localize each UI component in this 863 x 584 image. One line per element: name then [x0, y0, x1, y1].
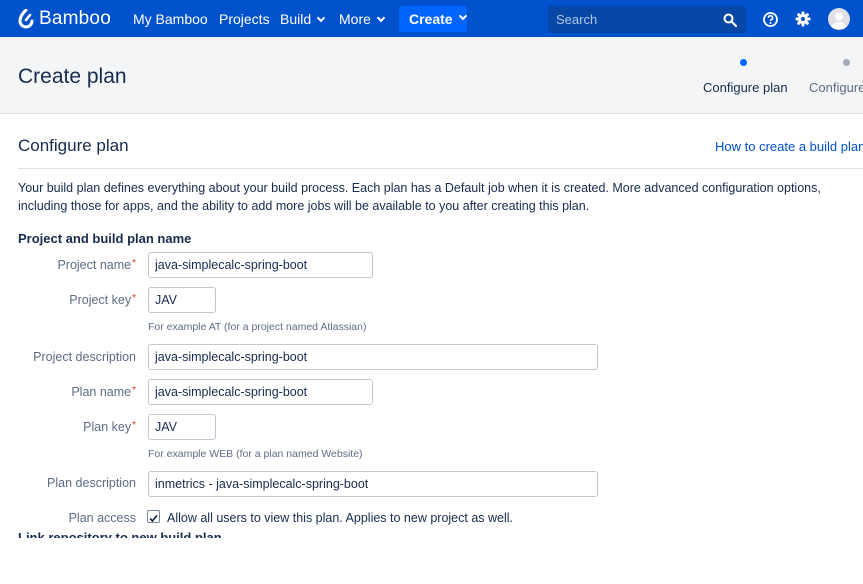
plan-key-label-text: Plan key: [83, 420, 132, 434]
required-marker: *: [132, 293, 136, 304]
help-icon[interactable]: [763, 12, 778, 27]
help-link[interactable]: How to create a build plan: [715, 139, 863, 154]
avatar[interactable]: [828, 8, 850, 30]
plan-description-input[interactable]: [148, 471, 598, 497]
project-name-label: Project name*: [57, 258, 136, 272]
gear-icon[interactable]: [795, 11, 811, 27]
chevron-down-icon: [376, 13, 386, 23]
user-icon: [831, 12, 847, 29]
plan-key-label: Plan key*: [83, 420, 136, 434]
project-key-label-text: Project key: [69, 293, 132, 307]
plan-access-checkbox[interactable]: [147, 510, 160, 523]
required-marker: *: [132, 385, 136, 396]
page-header: Create plan Configure plan Configure: [0, 37, 863, 114]
plan-key-hint: For example WEB (for a plan named Websit…: [148, 448, 363, 460]
project-description-input[interactable]: [148, 344, 598, 370]
chevron-down-icon: [458, 11, 467, 21]
required-marker: *: [132, 258, 136, 269]
project-description-label-text: Project description: [33, 350, 136, 364]
nav-more[interactable]: More: [339, 11, 386, 27]
project-name-label-text: Project name: [57, 258, 132, 272]
required-marker: *: [132, 420, 136, 431]
top-nav-bar: Bamboo My Bamboo Projects Build More Cre…: [0, 0, 863, 37]
nav-build[interactable]: Build: [280, 11, 326, 27]
plan-name-label: Plan name*: [71, 385, 136, 399]
intro-text: Your build plan defines everything about…: [18, 181, 821, 213]
project-key-input[interactable]: [148, 287, 216, 313]
cutoff-section-heading: Link repository to new build plan: [18, 530, 278, 538]
project-name-input[interactable]: [148, 252, 373, 278]
cutoff-heading-text: Link repository to new build plan: [18, 530, 222, 538]
create-button[interactable]: Create: [399, 6, 467, 32]
bamboo-logo-icon: [18, 9, 34, 29]
create-button-label: Create: [409, 11, 453, 27]
project-description-label: Project description: [33, 350, 136, 364]
plan-name-label-text: Plan name: [71, 385, 132, 399]
plan-access-label-text: Plan access: [68, 511, 136, 525]
section-subheading: Project and build plan name: [18, 231, 192, 246]
logo-text: Bamboo: [39, 8, 111, 29]
plan-description-label-text: Plan description: [47, 476, 136, 490]
plan-access-checkbox-label[interactable]: Allow all users to view this plan. Appli…: [167, 511, 513, 525]
project-key-label: Project key*: [69, 293, 136, 307]
chevron-down-icon: [316, 13, 326, 23]
step-indicator-next: [843, 59, 850, 66]
nav-more-label: More: [339, 11, 371, 27]
plan-access-label: Plan access: [69, 511, 136, 525]
nav-my-bamboo[interactable]: My Bamboo: [133, 11, 208, 27]
nav-build-label: Build: [280, 11, 312, 27]
step-label-configure: Configure: [809, 80, 863, 95]
plan-description-label: Plan description: [47, 476, 136, 490]
project-key-hint: For example AT (for a project named Atla…: [148, 321, 367, 333]
search-placeholder: Search: [556, 12, 598, 27]
plan-name-input[interactable]: [148, 379, 373, 405]
divider: [18, 168, 863, 169]
plan-key-input[interactable]: [148, 414, 216, 440]
page-title: Create plan: [18, 65, 127, 88]
search-icon[interactable]: [723, 13, 737, 27]
checkmark-icon: [149, 514, 158, 523]
bamboo-logo[interactable]: Bamboo: [17, 8, 111, 30]
step-indicator-active: [740, 59, 747, 66]
nav-projects[interactable]: Projects: [219, 11, 270, 27]
step-label-configure-plan: Configure plan: [703, 80, 788, 95]
section-title: Configure plan: [18, 136, 129, 155]
search-input[interactable]: Search: [548, 6, 746, 33]
